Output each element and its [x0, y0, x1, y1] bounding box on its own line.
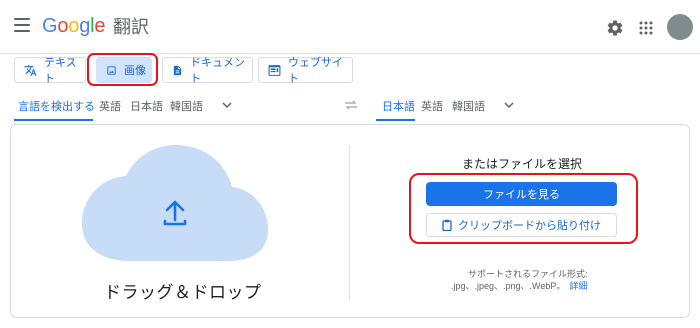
text-mode-button[interactable]: テキスト: [14, 57, 86, 85]
document-mode-label: ドキュメント: [190, 57, 245, 85]
google-logo[interactable]: Google: [42, 14, 106, 38]
target-lang-chevron-down-icon[interactable]: [504, 101, 514, 109]
website-icon: [268, 64, 281, 76]
target-lang-korean[interactable]: 韓国語: [452, 98, 485, 114]
translate-icon: [24, 64, 37, 76]
file-buttons-highlight: [409, 173, 638, 244]
target-selected-underline: [376, 119, 415, 121]
document-mode-button[interactable]: ドキュメント: [162, 57, 253, 85]
image-mode-highlight: [87, 53, 158, 86]
drag-and-drop-text: ドラッグ＆ドロップ: [104, 283, 262, 302]
card-divider: [349, 145, 350, 300]
gear-icon[interactable]: [606, 19, 624, 37]
target-lang-english[interactable]: 英語: [421, 98, 443, 114]
document-icon: [173, 65, 182, 75]
text-mode-label: テキスト: [44, 57, 77, 85]
source-lang-chevron-down-icon[interactable]: [222, 101, 232, 109]
swap-languages-icon[interactable]: [344, 100, 358, 110]
supported-formats-list: .jpg、.jpeg、.png、.WebP。: [451, 281, 566, 291]
language-bar: 言語を検出する 英語 日本語 韓国語 日本語 英語 韓国語: [0, 92, 700, 121]
cloud-upload-icon[interactable]: [82, 145, 268, 261]
avatar[interactable]: [667, 14, 693, 40]
source-selected-underline: [14, 119, 93, 121]
product-name: 翻訳: [113, 17, 149, 37]
website-mode-button[interactable]: ウェブサイト: [258, 57, 353, 85]
source-lang-japanese[interactable]: 日本語: [130, 98, 163, 114]
apps-icon[interactable]: [639, 21, 653, 35]
source-lang-english[interactable]: 英語: [99, 98, 121, 114]
source-lang-korean[interactable]: 韓国語: [170, 98, 203, 114]
app-header: Google 翻訳: [0, 0, 700, 54]
or-select-file-label: またはファイルを選択: [462, 157, 583, 171]
supported-formats-line: .jpg、.jpeg、.png、.WebP。 詳細: [451, 279, 587, 292]
target-lang-japanese[interactable]: 日本語: [382, 98, 415, 114]
source-lang-detect[interactable]: 言語を検出する: [18, 98, 95, 114]
details-link[interactable]: 詳細: [569, 281, 587, 291]
menu-icon[interactable]: [14, 18, 30, 32]
website-mode-label: ウェブサイト: [288, 57, 343, 85]
